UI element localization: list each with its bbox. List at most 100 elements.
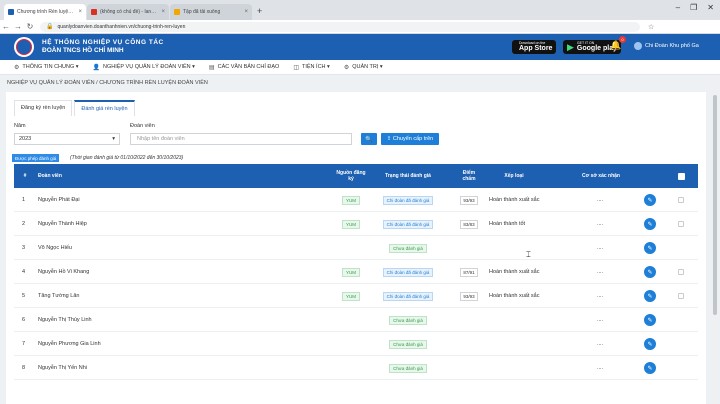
member-name: Tăng Tường Lân [38,293,80,299]
close-window-button[interactable]: ✕ [707,3,714,12]
rank-value: Hoàn thành tốt [489,221,526,227]
browser-tab-1[interactable]: Chương trình Rèn luyện Đoàn viê × [4,4,86,20]
member-name: Võ Ngọc Hiếu [38,245,72,251]
member-label: Đoàn viên [130,123,155,129]
browser-tab-3[interactable]: Tập đã tải xuống × [170,4,252,20]
close-tab-icon[interactable]: × [161,9,165,15]
new-tab-button[interactable]: + [257,6,262,16]
program-tabs: Đăng ký rèn luyện Đánh giá rèn luyện [14,100,137,116]
apps-icon: ◫ [293,64,299,71]
member-name: Nguyễn Phương Gia Linh [38,341,101,347]
user-name: Chi Đoàn Khu phố Ga [645,43,699,49]
avatar [634,42,642,50]
url-text: quanlydoanvien.doanthanhnien.vn/chuong-t… [57,23,186,30]
browser-tab-2[interactable]: (không có chủ đề) - lanNgo.dhv × [87,4,169,20]
registered-tag: YUM [342,219,360,229]
appstore-big-text: App Store [519,45,553,52]
member-search-input[interactable]: Nhập tên đoàn viên [130,133,352,145]
row-checkbox[interactable] [678,197,684,203]
select-all-checkbox[interactable] [678,173,685,180]
edit-icon[interactable]: ✎ [644,338,656,350]
content-card: Đăng ký rèn luyện Đánh giá rèn luyện Năm… [6,92,706,404]
edit-icon[interactable]: ✎ [644,266,656,278]
browser-tab-bar: Chương trình Rèn luyện Đoàn viê × (không… [0,0,720,20]
maximize-button[interactable]: ❐ [690,3,697,12]
member-name: Nguyễn Thành Hiệp [38,221,87,227]
menu-member-management[interactable]: 👤 NGHIỆP VỤ QUẢN LÝ ĐOÀN VIÊN ▾ [93,64,195,71]
transfer-up-button[interactable]: ⇪ Chuyển cấp trên [381,133,439,145]
menu-admin[interactable]: ⚙ QUẢN TRỊ ▾ [344,64,383,71]
union-logo-icon[interactable] [14,37,34,57]
row-checkbox-cell [678,284,685,308]
header-status: Trạng thái đánh giá [385,173,431,179]
edit-icon[interactable]: ✎ [644,218,656,230]
status-badge: Chi đoàn đã đánh giá [382,219,434,229]
row-checkbox[interactable] [678,293,684,299]
score-value: 93/93 [460,195,478,205]
score-value: 83/83 [460,219,478,229]
reload-icon[interactable]: ↻ [24,22,36,31]
row-checkbox[interactable] [678,269,684,275]
year-select[interactable]: 2023 ▾ [14,133,120,145]
close-tab-icon[interactable]: × [78,9,82,15]
registered-tag: YUM [342,267,360,277]
confirm-value: .... [596,317,604,323]
edit-icon[interactable]: ✎ [644,362,656,374]
edit-icon[interactable]: ✎ [644,242,656,254]
forward-icon[interactable]: → [12,22,24,31]
minimize-button[interactable]: – [676,3,680,12]
brand-line-2: ĐOÀN TNCS HỒ CHÍ MINH [42,47,124,54]
edit-cell: ✎ [644,212,656,236]
menu-general-info[interactable]: ⚙ THÔNG TIN CHUNG ▾ [14,64,79,71]
edit-cell: ✎ [644,260,656,284]
member-name: Nguyễn Phát Đại [38,197,80,203]
header-registered: Nguồn đăng ký [336,170,366,182]
row-number: 7 [22,341,26,347]
registered-tag: YUM [342,195,360,205]
menu-directives[interactable]: ▤ CÁC VĂN BẢN CHỈ ĐẠO [209,64,279,71]
row-checkbox-cell [678,260,685,284]
page-scrollbar[interactable] [712,75,718,404]
rank-value: Hoàn thành xuất sắc [489,269,540,275]
close-tab-icon[interactable]: × [244,9,248,15]
scrollbar-thumb[interactable] [713,95,717,315]
tab-evaluate[interactable]: Đánh giá rèn luyện [74,100,135,116]
registered-tag: YUM [342,291,360,301]
row-checkbox-cell [678,188,685,212]
year-value: 2023 [19,136,32,142]
site-brand[interactable]: HỆ THỐNG NGHIỆP VỤ CÔNG TÁC ĐOÀN TNCS HỒ… [42,39,164,55]
edit-cell: ✎ [644,308,656,332]
menu-label: NGHIỆP VỤ QUẢN LÝ ĐOÀN VIÊN ▾ [103,64,195,70]
status-cell: Chưa đánh giá [378,308,438,332]
user-menu[interactable]: Chi Đoàn Khu phố Ga [634,42,699,50]
address-bar: ← → ↻ 🔒 quanlydoanvien.doanthanhnien.vn/… [0,20,720,34]
admin-icon: ⚙ [343,64,350,71]
edit-cell: ✎ [644,284,656,308]
bookmark-star-icon[interactable]: ☆ [648,23,654,31]
status-badge: Chi đoàn đã đánh giá [382,267,434,277]
main-menu: ⚙ THÔNG TIN CHUNG ▾ 👤 NGHIỆP VỤ QUẢN LÝ … [0,60,720,75]
menu-label: TIỆN ÍCH ▾ [302,64,330,70]
confirm-value: .... [596,269,604,275]
play-icon: ▶ [567,41,574,52]
menu-utilities[interactable]: ◫ TIỆN ÍCH ▾ [293,64,330,71]
search-button[interactable]: 🔍 [361,133,377,145]
back-icon[interactable]: ← [0,22,12,31]
browser-tab-title: (không có chủ đề) - lanNgo.dhv [100,9,158,15]
menu-label: CÁC VĂN BẢN CHỈ ĐẠO [217,64,280,70]
chevron-down-icon: ▾ [112,136,115,142]
status-cell: Chi đoàn đã đánh giá [378,188,438,212]
tab-register[interactable]: Đăng ký rèn luyện [14,100,73,116]
app-store-button[interactable]: Download on the App Store [512,40,557,54]
row-number: 6 [22,317,26,323]
status-cell: Chi đoàn đã đánh giá [378,260,438,284]
url-field[interactable]: 🔒 quanlydoanvien.doanthanhnien.vn/chuong… [40,21,640,32]
edit-icon[interactable]: ✎ [644,290,656,302]
status-badge: Chi đoàn đã đánh giá [382,195,434,205]
edit-icon[interactable]: ✎ [644,194,656,206]
edit-icon[interactable]: ✎ [644,314,656,326]
member-name: Nguyễn Thị Thùy Linh [38,317,92,323]
user-icon: 👤 [92,64,101,71]
row-checkbox[interactable] [678,221,684,227]
confirm-value: .... [596,221,604,227]
